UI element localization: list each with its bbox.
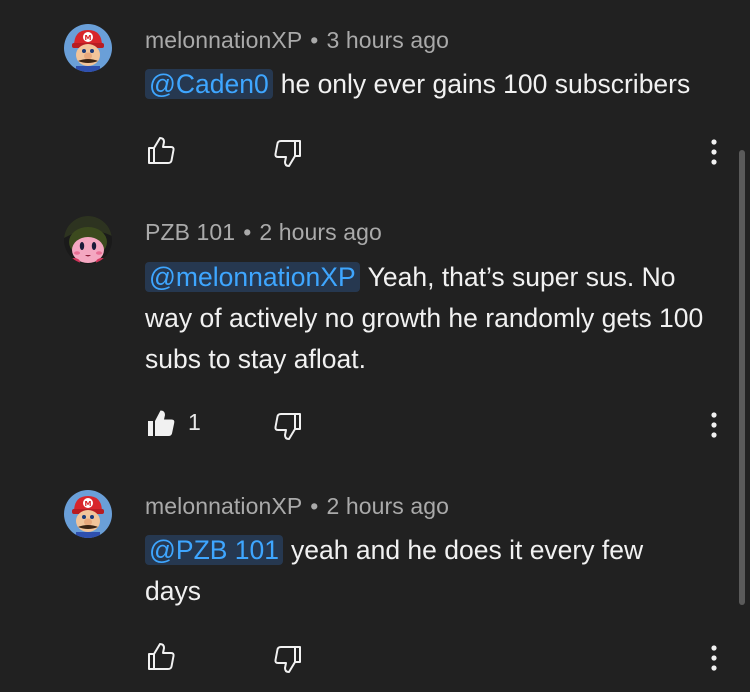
timestamp[interactable]: 2 hours ago	[259, 219, 382, 245]
thumbs-down-icon	[274, 140, 301, 167]
svg-text:M: M	[85, 34, 92, 42]
thumbs-up-filled-icon	[148, 410, 175, 436]
comment-actions	[0, 640, 750, 676]
thumbs-down-icon	[274, 413, 301, 440]
author-name[interactable]: melonnationXP	[145, 27, 302, 53]
comment-meta: PZB 101 • 2 hours ago	[145, 219, 382, 246]
mention-link[interactable]: @Caden0	[145, 69, 273, 99]
separator: •	[310, 493, 319, 519]
dislike-button[interactable]	[272, 138, 304, 170]
comment-text: @melonnationXP Yeah, that’s super sus. No…	[145, 257, 705, 380]
more-options-button[interactable]	[700, 642, 728, 678]
mention-link[interactable]: @PZB 101	[145, 535, 284, 565]
like-count: 1	[188, 409, 201, 435]
more-options-button[interactable]	[700, 409, 728, 445]
more-vert-icon	[711, 139, 717, 165]
svg-text:M: M	[85, 500, 92, 508]
thumbs-up-icon	[148, 643, 175, 670]
mention-link[interactable]: @melonnationXP	[145, 262, 360, 292]
more-vert-icon	[711, 645, 717, 671]
more-vert-icon	[711, 412, 717, 438]
comment-text: @Caden0 he only ever gains 100 subscriber…	[145, 64, 735, 105]
separator: •	[310, 27, 319, 53]
author-avatar[interactable]: M	[64, 490, 112, 538]
thumbs-down-icon	[274, 646, 301, 673]
dislike-button[interactable]	[272, 411, 304, 443]
author-avatar[interactable]: M	[64, 24, 112, 72]
mario-avatar-icon: M	[64, 490, 112, 538]
comment-meta: melonnationXP • 2 hours ago	[145, 493, 449, 520]
comment-actions	[0, 134, 750, 170]
timestamp[interactable]: 2 hours ago	[326, 493, 449, 519]
like-button[interactable]	[145, 407, 177, 439]
author-avatar[interactable]	[64, 216, 112, 264]
like-button[interactable]	[145, 640, 177, 672]
thumbs-up-icon	[148, 137, 175, 164]
mario-avatar-icon: M	[64, 24, 112, 72]
timestamp[interactable]: 3 hours ago	[326, 27, 449, 53]
comment-text: @PZB 101 yeah and he does it every few da…	[145, 530, 675, 612]
more-options-button[interactable]	[700, 136, 728, 172]
comment-actions: 1	[0, 407, 750, 443]
dislike-button[interactable]	[272, 644, 304, 676]
kirby-avatar-icon	[64, 216, 112, 264]
like-button[interactable]	[145, 134, 177, 166]
author-name[interactable]: PZB 101	[145, 219, 235, 245]
author-name[interactable]: melonnationXP	[145, 493, 302, 519]
scrollbar[interactable]	[739, 150, 745, 605]
comment-meta: melonnationXP • 3 hours ago	[145, 27, 449, 54]
comment-body: he only ever gains 100 subscribers	[280, 69, 691, 99]
separator: •	[243, 219, 252, 245]
